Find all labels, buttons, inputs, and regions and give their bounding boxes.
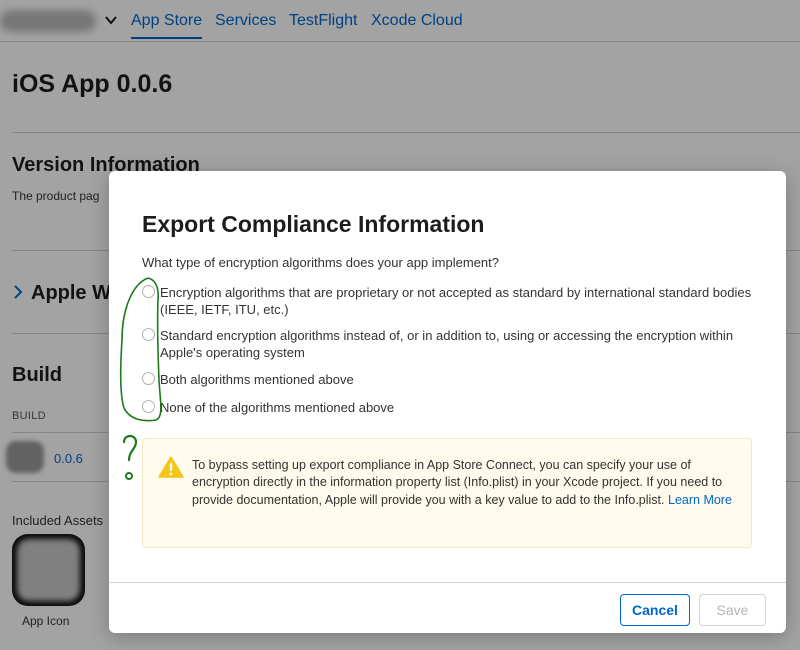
option-label: None of the algorithms mentioned above <box>160 400 395 415</box>
option-label: Both algorithms mentioned above <box>160 372 354 387</box>
option-both-algorithms[interactable]: Both algorithms mentioned above <box>142 371 757 388</box>
encryption-question: What type of encryption algorithms does … <box>142 255 499 270</box>
cancel-button[interactable]: Cancel <box>620 594 690 626</box>
warning-icon <box>158 456 184 478</box>
save-button[interactable]: Save <box>699 594 766 626</box>
radio-button[interactable] <box>142 400 155 413</box>
radio-button[interactable] <box>142 285 155 298</box>
dialog-footer: Cancel Save <box>109 582 786 633</box>
dialog-title: Export Compliance Information <box>142 211 485 237</box>
option-none-of-the-algorithms[interactable]: None of the algorithms mentioned above <box>142 399 757 416</box>
option-label: Encryption algorithms that are proprieta… <box>160 285 752 317</box>
radio-button[interactable] <box>142 372 155 385</box>
info-plist-notice: To bypass setting up export compliance i… <box>142 438 752 548</box>
learn-more-link[interactable]: Learn More <box>668 493 732 507</box>
radio-button[interactable] <box>142 328 155 341</box>
option-proprietary-encryption[interactable]: Encryption algorithms that are proprieta… <box>142 284 757 318</box>
export-compliance-dialog: Export Compliance Information What type … <box>109 171 786 633</box>
option-standard-encryption[interactable]: Standard encryption algorithms instead o… <box>142 327 757 361</box>
option-label: Standard encryption algorithms instead o… <box>160 328 734 360</box>
notice-body: To bypass setting up export compliance i… <box>192 458 723 507</box>
notice-text: To bypass setting up export compliance i… <box>192 457 737 509</box>
